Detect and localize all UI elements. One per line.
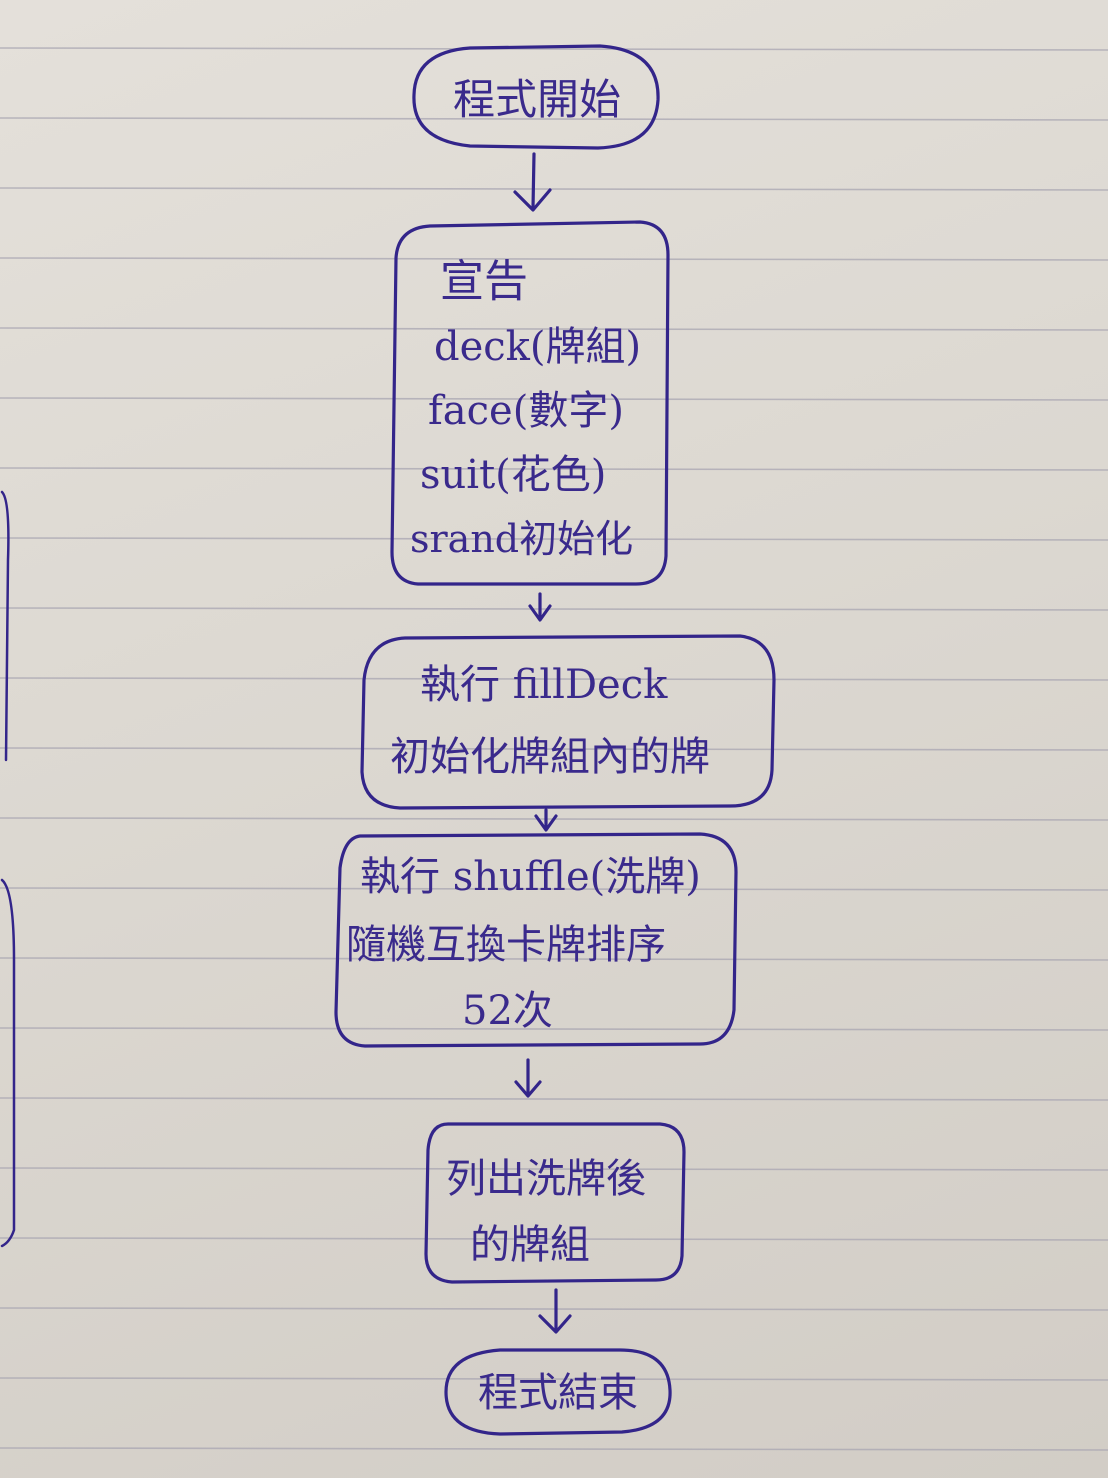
end-label: 程式結束 (478, 1370, 638, 1416)
shuffle-line-2: 隨機互換卡牌排序 (346, 922, 666, 968)
arrow-filldeck-to-shuffle (534, 808, 558, 832)
filldeck-line-1: 執行 fillDeck (420, 662, 668, 708)
print-box: 列出洗牌後 的牌組 (424, 1122, 686, 1284)
arrow-shuffle-to-print (514, 1058, 542, 1098)
flowchart: 程式開始 宣告 deck(牌組) face(數字) suit(花色) srand… (0, 44, 776, 1436)
declare-line-1: 宣告 (440, 256, 528, 307)
filldeck-box: 執行 fillDeck 初始化牌組內的牌 (360, 634, 776, 810)
arrow-declare-to-filldeck (528, 592, 552, 622)
end-terminal: 程式結束 (444, 1348, 672, 1436)
shuffle-line-3: 52次 (462, 988, 553, 1034)
left-page-edge-mark-top (0, 490, 10, 762)
start-label: 程式開始 (453, 75, 621, 124)
filldeck-line-2: 初始化牌組內的牌 (390, 734, 710, 780)
arrow-print-to-end (538, 1288, 572, 1334)
start-terminal: 程式開始 (412, 44, 660, 150)
left-page-edge-mark-bottom (0, 878, 16, 1248)
declare-line-4: suit(花色) (420, 452, 606, 498)
arrow-start-to-declare (513, 152, 552, 212)
print-line-2: 的牌組 (470, 1222, 590, 1268)
print-line-1: 列出洗牌後 (446, 1156, 646, 1202)
shuffle-box: 執行 shuffle(洗牌) 隨機互換卡牌排序 52次 (334, 832, 738, 1048)
declare-line-5: srand初始化 (410, 517, 633, 561)
declare-line-3: face(數字) (428, 388, 624, 434)
declare-line-2: deck(牌組) (434, 324, 641, 370)
shuffle-line-1: 執行 shuffle(洗牌) (360, 854, 701, 900)
declare-box: 宣告 deck(牌組) face(數字) suit(花色) srand初始化 (390, 220, 670, 586)
